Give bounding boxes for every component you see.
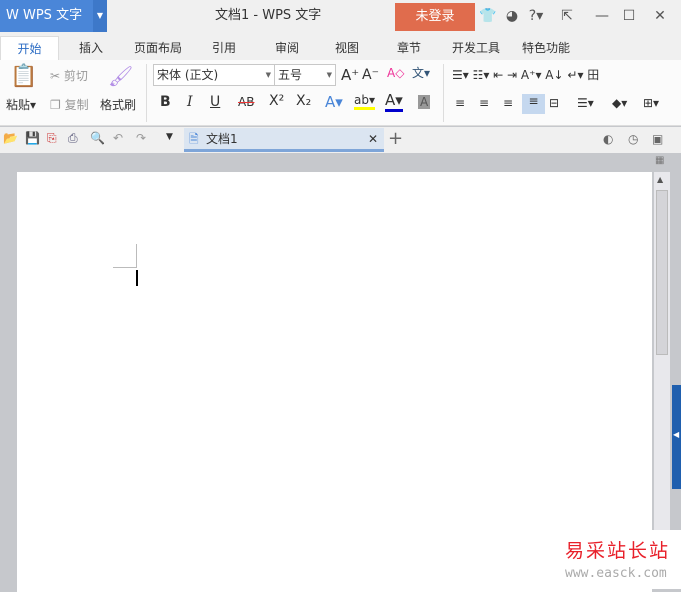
close-tab-icon[interactable]: ✕ [368, 128, 378, 150]
side-panel-toggle[interactable]: ◀ [672, 385, 681, 489]
title-bar: W WPS 文字 ▼ 文档1 - WPS 文字 未登录 👕 ◕ ?▾ ⇱ — ☐… [0, 0, 681, 32]
highlight-icon[interactable]: ab▾ [354, 93, 375, 110]
tab-layout[interactable]: 页面布局 [126, 36, 190, 60]
app-menu-button[interactable]: W WPS 文字 [0, 0, 93, 32]
ribbon: 📋 粘贴▾ ✂ 剪切 ❐ 复制 🖌 格式刷 宋体 (正文) ▼ 五号 ▼ A⁺ A⁻… [0, 60, 681, 126]
tab-view[interactable]: 视图 [318, 36, 376, 60]
document-page[interactable] [17, 172, 652, 592]
copy-button[interactable]: ❐ 复制 [50, 96, 89, 113]
maximize-button[interactable]: ☐ [619, 6, 639, 26]
login-button[interactable]: 未登录 [395, 3, 475, 31]
align-right-icon[interactable]: ≡ [503, 96, 513, 110]
skin-icon[interactable]: 👕 [478, 6, 498, 26]
document-tab[interactable]: 🗎 文档1 ✕ [184, 128, 384, 152]
window-list-icon[interactable]: ▣ [652, 132, 663, 146]
clock-icon[interactable]: ◷ [628, 132, 638, 146]
grow-font-icon[interactable]: A⁺ [341, 66, 359, 84]
text-effect-icon[interactable]: A▾ [325, 93, 343, 111]
doc-icon-1[interactable]: ◐ [603, 132, 613, 146]
document-icon: 🗎 [189, 132, 199, 146]
italic-button[interactable]: I [187, 94, 193, 110]
distribute-icon[interactable]: ⊟ [549, 96, 559, 110]
redo-icon[interactable]: ↷ [136, 131, 146, 145]
tab-features[interactable]: 特色功能 [515, 36, 577, 60]
text-cursor [136, 270, 138, 286]
tab-review[interactable]: 审阅 [258, 36, 316, 60]
font-color-icon[interactable]: A▾ [385, 91, 403, 112]
clear-format-icon[interactable]: A◇ [387, 66, 404, 80]
brush-icon[interactable]: 🖌 [108, 64, 133, 88]
tab-section[interactable]: 章节 [380, 36, 438, 60]
align-left-icon[interactable]: ≡ [455, 96, 465, 110]
font-name-select[interactable]: 宋体 (正文) ▼ [153, 64, 275, 86]
fullscreen-icon[interactable]: ⇱ [557, 6, 577, 26]
font-size-select[interactable]: 五号 ▼ [274, 64, 336, 86]
tab-references[interactable]: 引用 [195, 36, 253, 60]
bullets-icon[interactable]: ☰▾ ☷▾ ⇤ ⇥ A⁺▾ A↓ ↵▾ 田 [452, 66, 599, 83]
tab-developer[interactable]: 开发工具 [445, 36, 507, 60]
justify-icon[interactable]: ≡ [522, 94, 545, 114]
shading-icon[interactable]: ◆▾ [612, 96, 627, 110]
align-center-icon[interactable]: ≡ [479, 96, 489, 110]
app-menu-dropdown[interactable]: ▼ [93, 0, 107, 32]
save-icon[interactable]: 💾 [25, 131, 40, 145]
shrink-font-icon[interactable]: A⁻ [362, 67, 379, 83]
minimize-button[interactable]: — [592, 6, 612, 26]
ribbon-tabs: 开始 插入 页面布局 引用 审阅 视图 章节 开发工具 特色功能 [0, 32, 681, 60]
paste-icon[interactable]: 📋 [10, 64, 37, 89]
char-shading-icon[interactable]: A [418, 95, 431, 109]
customize-dropdown-icon[interactable]: ▼ [166, 132, 173, 142]
paste-button[interactable]: 粘贴▾ [6, 96, 36, 113]
open-icon[interactable]: 📂 [3, 131, 18, 145]
cut-button[interactable]: ✂ 剪切 [50, 67, 88, 84]
superscript-button[interactable]: X² [269, 93, 284, 109]
bold-button[interactable]: B [160, 94, 171, 110]
undo-icon[interactable]: ↶ [113, 131, 123, 145]
print-icon[interactable]: ⎙ [68, 131, 78, 146]
watermark: 易采站长站 www.easck.com [555, 530, 681, 589]
new-tab-button[interactable]: + [388, 128, 403, 149]
window-title: 文档1 - WPS 文字 [215, 8, 322, 23]
phonetic-icon[interactable]: 文▾ [412, 64, 430, 81]
scrollbar-thumb[interactable] [656, 190, 668, 355]
chat-icon[interactable]: ◕ [502, 6, 522, 26]
export-pdf-icon[interactable]: ⎘ [47, 131, 57, 146]
subscript-button[interactable]: X₂ [296, 93, 311, 109]
close-button[interactable]: ✕ [650, 6, 670, 26]
tab-insert[interactable]: 插入 [62, 36, 120, 60]
ruler-toggle-icon[interactable]: ▦ [655, 155, 664, 166]
print-preview-icon[interactable]: 🔍 [90, 131, 105, 145]
line-spacing-icon[interactable]: ☰▾ [577, 96, 594, 110]
underline-button[interactable]: U [210, 94, 220, 110]
border-icon[interactable]: ⊞▾ [643, 96, 659, 110]
tab-home[interactable]: 开始 [0, 36, 59, 60]
help-icon[interactable]: ?▾ [526, 6, 546, 26]
strikethrough-button[interactable]: AB [238, 95, 254, 109]
scroll-up-icon[interactable]: ▲ [657, 175, 663, 184]
format-painter-button[interactable]: 格式刷 [100, 96, 136, 113]
